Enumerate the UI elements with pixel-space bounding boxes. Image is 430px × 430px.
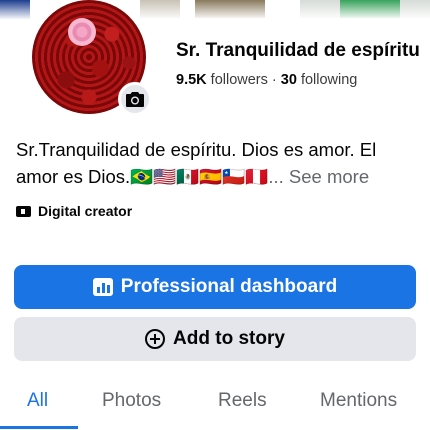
following-label[interactable]: following: [301, 72, 357, 88]
tab-photos[interactable]: Photos: [102, 390, 161, 412]
professional-dashboard-label: Professional dashboard: [120, 276, 338, 297]
stats-separator: ·: [267, 72, 281, 88]
bio-ellipsis: ...: [268, 166, 284, 187]
add-to-story-label: Add to story: [173, 328, 285, 349]
tab-all[interactable]: All: [27, 390, 48, 412]
dashboard-icon: [92, 278, 113, 296]
active-tab-indicator: [0, 426, 78, 429]
profile-picture-area: [14, 0, 164, 118]
change-profile-picture-button[interactable]: [118, 82, 152, 116]
briefcase-icon: [16, 205, 31, 217]
followers-label[interactable]: followers: [211, 72, 268, 88]
following-count[interactable]: 30: [281, 72, 297, 88]
camera-icon: [126, 92, 144, 107]
add-to-story-button[interactable]: Add to story: [14, 317, 416, 361]
add-circle-icon: [145, 329, 166, 349]
profile-bio: Sr.Tranquilidad de espíritu. Dios es amo…: [16, 136, 416, 190]
professional-dashboard-button[interactable]: Professional dashboard: [14, 265, 416, 309]
profile-category: Digital creator: [16, 203, 132, 219]
see-more-link[interactable]: See more: [289, 166, 369, 187]
tab-mentions[interactable]: Mentions: [320, 390, 397, 412]
profile-tabs: All Photos Reels Mentions: [0, 380, 430, 430]
profile-name: Sr. Tranquilidad de espíritu: [176, 40, 420, 61]
bio-flags: 🇧🇷🇺🇸🇲🇽🇪🇸🇨🇱🇵🇪: [130, 166, 269, 187]
tab-reels[interactable]: Reels: [218, 390, 267, 412]
follow-stats: 9.5K followers · 30 following: [176, 72, 357, 88]
followers-count[interactable]: 9.5K: [176, 72, 207, 88]
category-label: Digital creator: [38, 203, 133, 219]
